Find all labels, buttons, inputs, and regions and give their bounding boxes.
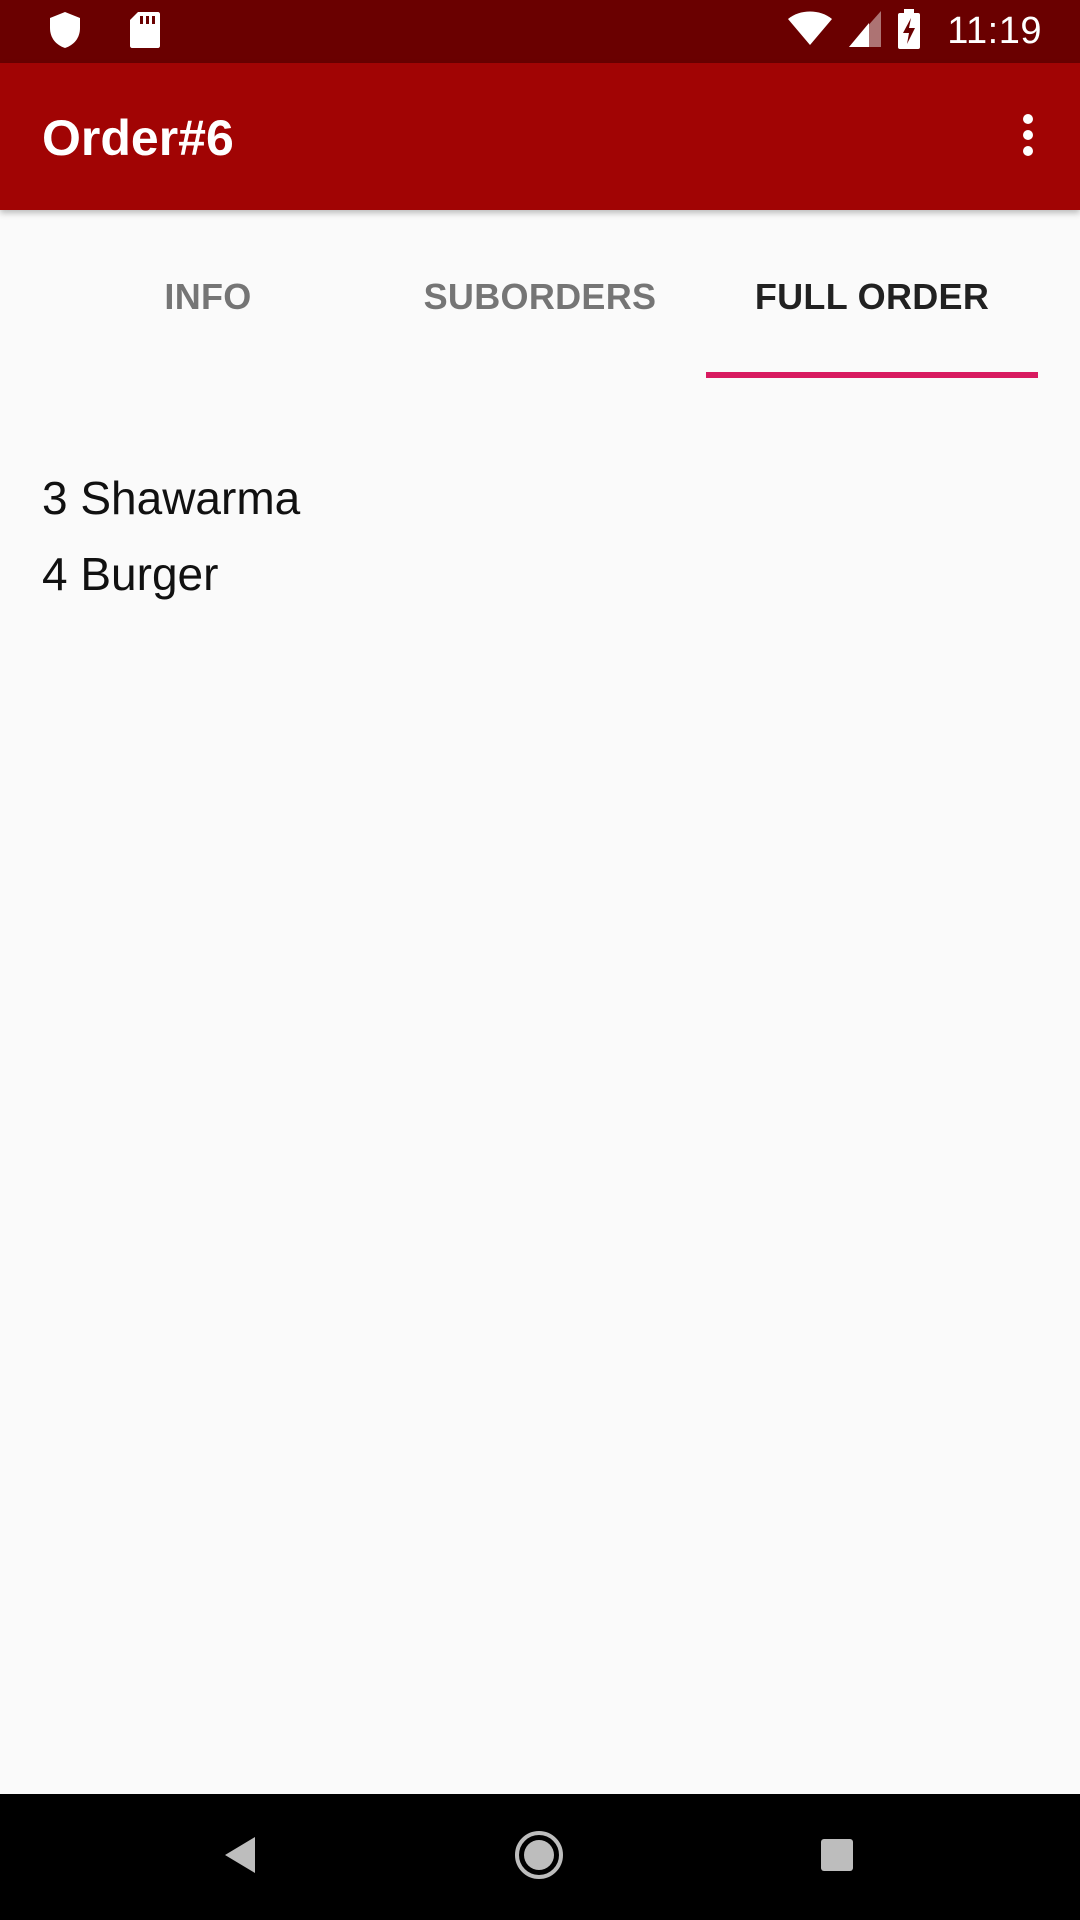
- tab-bar: INFO SUBORDERS FULL ORDER: [42, 210, 1038, 378]
- tab-full-order[interactable]: FULL ORDER: [706, 210, 1038, 378]
- overflow-menu-button[interactable]: [996, 99, 1060, 175]
- battery-charging-icon: [897, 8, 921, 55]
- recents-icon: [819, 1837, 855, 1878]
- home-button[interactable]: [506, 1824, 572, 1890]
- sd-card-icon: [128, 10, 162, 55]
- tab-indicator: [706, 372, 1038, 378]
- tab-label: FULL ORDER: [754, 276, 990, 317]
- full-order-list: 3 Shawarma 4 Burger: [42, 460, 300, 612]
- wifi-icon: [787, 11, 833, 52]
- tab-suborders[interactable]: SUBORDERS: [374, 210, 706, 378]
- navigation-bar: [0, 1794, 1080, 1920]
- tab-info[interactable]: INFO: [42, 210, 374, 378]
- status-bar: 11:19: [0, 0, 1080, 63]
- screen: 11:19 Order#6 INFO SUBORDERS FULL ORDER: [0, 0, 1080, 1920]
- shield-icon: [48, 10, 82, 55]
- back-button[interactable]: [208, 1824, 274, 1890]
- tab-label: INFO: [164, 276, 252, 317]
- list-item: 4 Burger: [42, 548, 219, 600]
- app-bar: Order#6: [0, 63, 1080, 210]
- more-vert-icon: [1021, 113, 1035, 162]
- cell-signal-icon: [847, 9, 883, 54]
- status-time: 11:19: [947, 10, 1042, 52]
- recents-button[interactable]: [804, 1824, 870, 1890]
- list-item: 3 Shawarma: [42, 472, 301, 524]
- back-icon: [221, 1833, 261, 1882]
- page-title: Order#6: [42, 110, 234, 166]
- tab-label: SUBORDERS: [423, 276, 657, 317]
- home-icon: [513, 1829, 565, 1886]
